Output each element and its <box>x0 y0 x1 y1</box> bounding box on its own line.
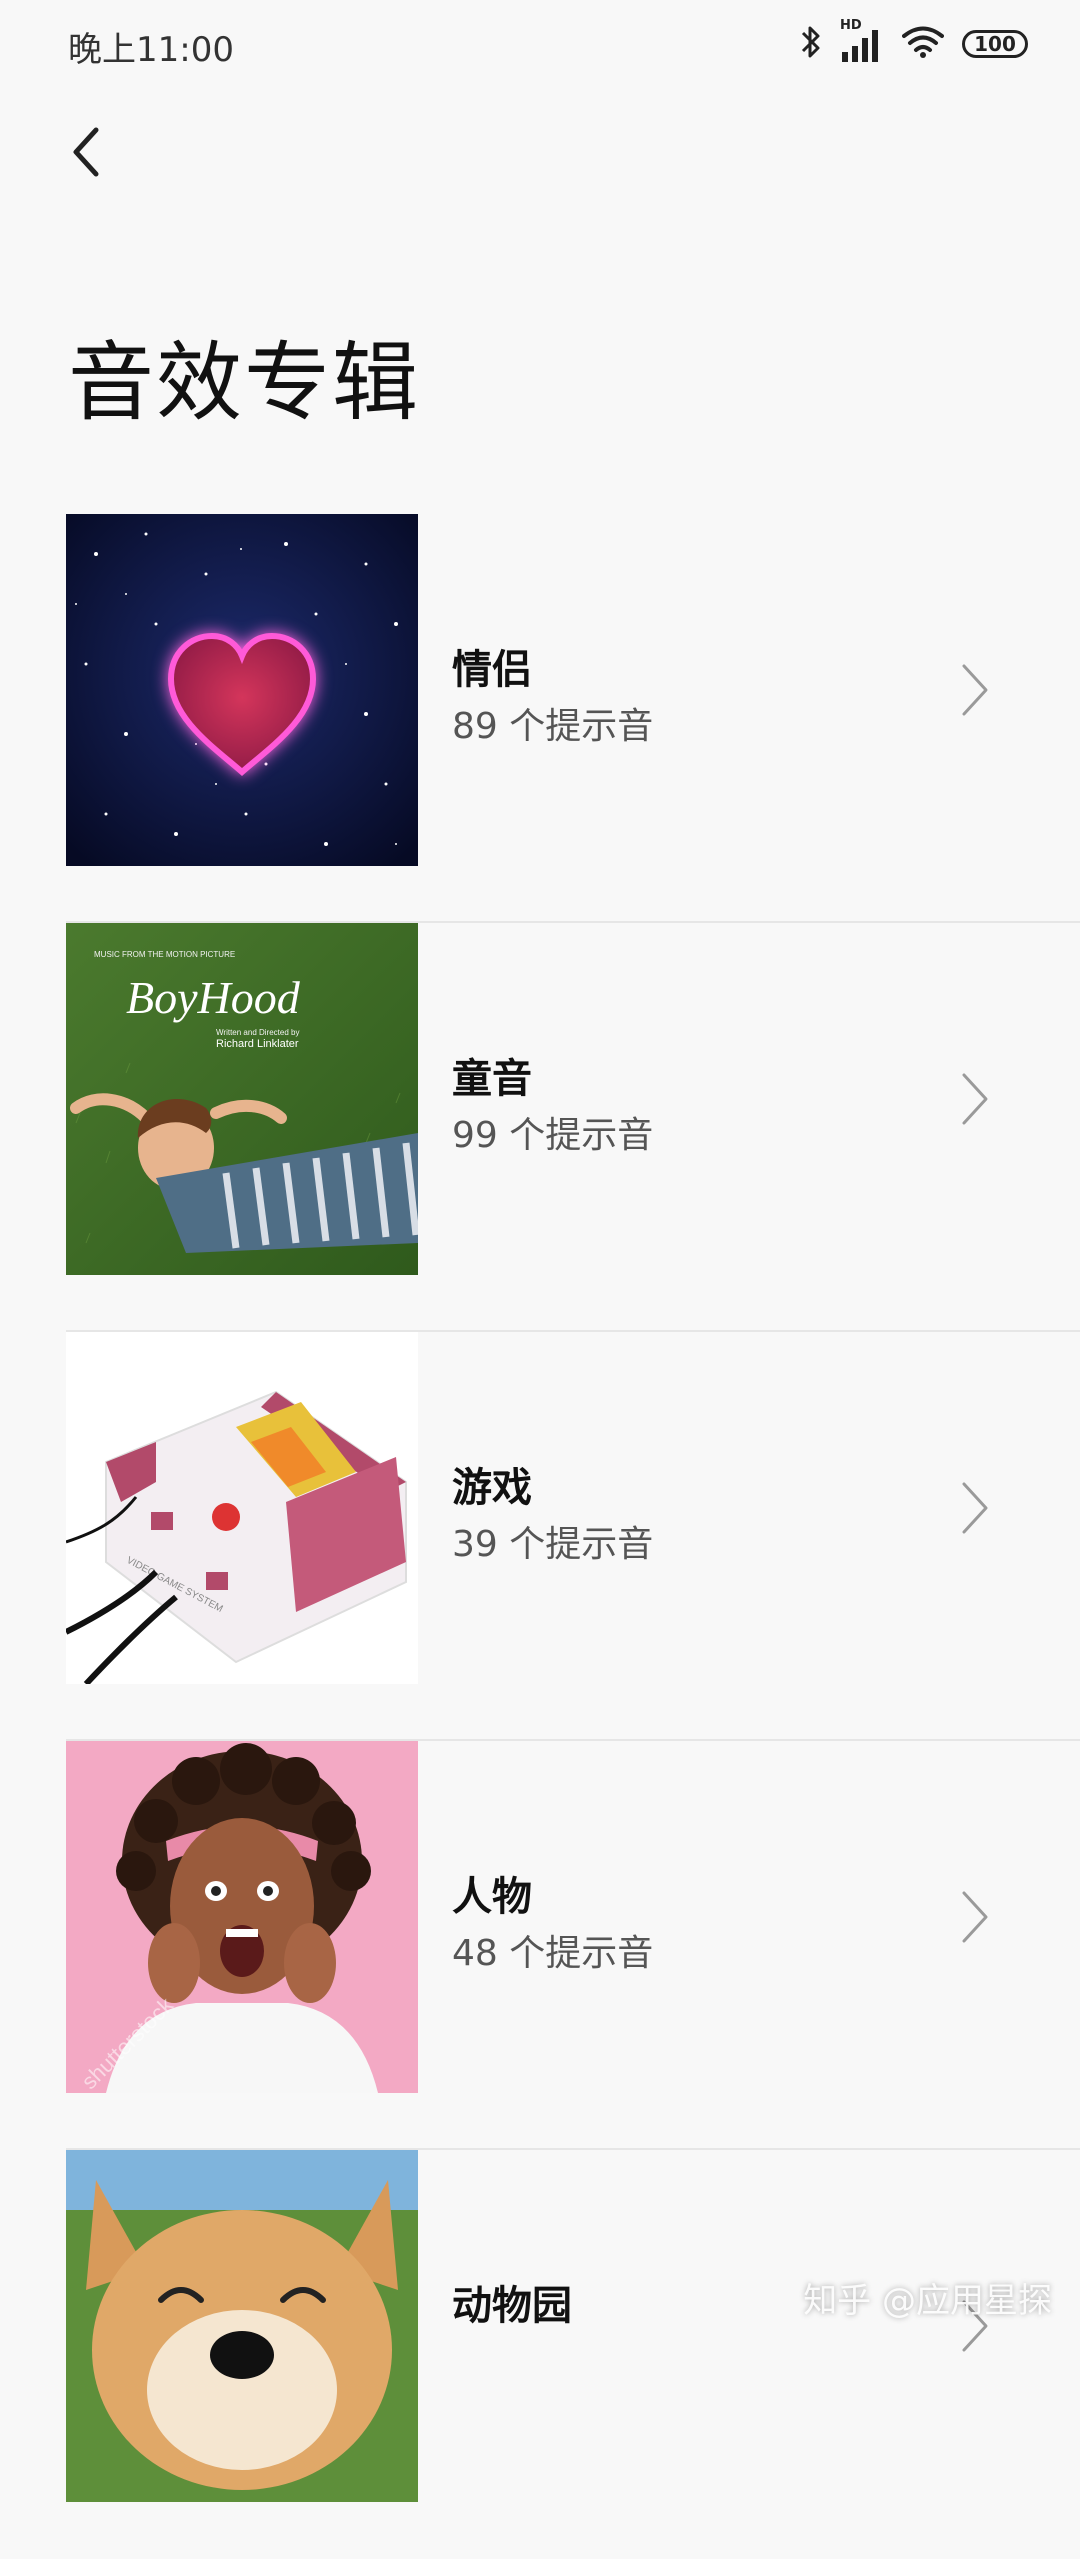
album-item-couple[interactable]: 情侣 89 个提示音 <box>0 514 1080 923</box>
chevron-left-icon <box>73 127 99 177</box>
status-time: 晚上11:00 <box>68 30 234 70</box>
cover-title-text: BoyHood <box>126 972 301 1023</box>
album-cover-dog <box>66 2150 418 2502</box>
status-icons: HD 100 <box>800 18 1028 66</box>
album-name: 情侣 <box>452 647 532 693</box>
signal-icon: HD <box>840 18 884 64</box>
cover-top-text: MUSIC FROM THE MOTION PICTURE <box>94 950 235 959</box>
album-list: 情侣 89 个提示音 MUSIC FROM THE MOTION PICTURE… <box>0 514 1080 2559</box>
album-cover-heart <box>66 514 418 866</box>
album-count: 39 个提示音 <box>452 1524 654 1565</box>
album-name: 动物园 <box>452 2283 572 2329</box>
album-name: 人物 <box>452 1874 532 1920</box>
bluetooth-icon <box>800 24 822 64</box>
album-cover-woman: shutterstock <box>66 1741 418 2093</box>
back-button[interactable] <box>64 120 116 184</box>
wifi-icon <box>902 25 944 63</box>
cover-director-text: Richard Linklater <box>216 1038 299 1050</box>
watermark-text: 知乎 @应用星探 <box>803 2281 1052 2321</box>
album-item-children[interactable]: MUSIC FROM THE MOTION PICTURE BoyHood Wr… <box>0 923 1080 1332</box>
album-cover-game-console: VIDEO GAME SYSTEM <box>66 1332 418 1684</box>
album-item-zoo[interactable]: 动物园 <box>0 2150 1080 2559</box>
chevron-right-icon <box>962 1073 988 1125</box>
page-title: 音效专辑 <box>68 333 420 433</box>
chevron-right-icon <box>962 1891 988 1943</box>
cover-credit-text: Written and Directed by <box>216 1028 299 1037</box>
album-count: 48 个提示音 <box>452 1933 654 1974</box>
album-cover-boyhood: MUSIC FROM THE MOTION PICTURE BoyHood Wr… <box>66 923 418 1275</box>
album-count: 89 个提示音 <box>452 706 654 747</box>
album-name: 童音 <box>452 1056 532 1102</box>
chevron-right-icon <box>962 664 988 716</box>
album-item-people[interactable]: shutterstock 人物 48 个提示音 <box>0 1741 1080 2150</box>
chevron-right-icon <box>962 1482 988 1534</box>
album-item-game[interactable]: VIDEO GAME SYSTEM 游戏 39 个提示音 <box>0 1332 1080 1741</box>
album-count: 99 个提示音 <box>452 1115 654 1156</box>
album-name: 游戏 <box>452 1465 532 1511</box>
status-bar: 晚上11:00 HD 100 <box>0 0 1080 90</box>
battery-icon: 100 <box>962 30 1028 58</box>
